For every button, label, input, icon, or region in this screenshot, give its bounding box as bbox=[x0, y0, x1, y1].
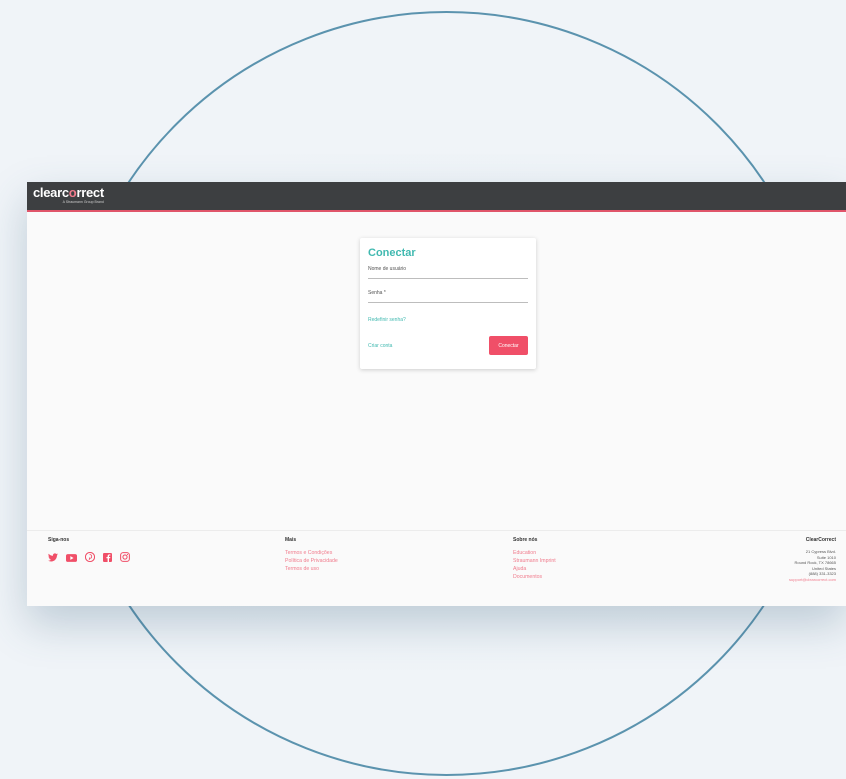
footer-social-column: Siga-nos bbox=[48, 537, 130, 567]
username-label: Nome de usuário bbox=[368, 266, 407, 272]
footer-social-heading: Siga-nos bbox=[48, 537, 70, 543]
footer-about-heading: Sobre nós bbox=[513, 537, 538, 543]
documents-link[interactable]: Documentos bbox=[513, 573, 556, 581]
login-actions: Criar conta Conectar bbox=[368, 336, 528, 355]
facebook-icon[interactable] bbox=[103, 549, 112, 567]
logo-tagline: A Straumann Group Brand bbox=[62, 200, 104, 204]
login-title: Conectar bbox=[368, 247, 416, 259]
connect-button[interactable]: Conectar bbox=[489, 336, 528, 355]
logo-prefix: clearc bbox=[33, 185, 69, 200]
logo-suffix: rrect bbox=[76, 185, 104, 200]
username-field[interactable]: Nome de usuário bbox=[368, 266, 528, 279]
footer-about-column: Sobre nós Education Straumann Imprint Aj… bbox=[513, 537, 556, 581]
footer: Siga-nos Mais Termos e Condições Polític… bbox=[27, 530, 846, 606]
footer-more-column: Mais Termos e Condições Política de Priv… bbox=[285, 537, 338, 573]
help-link[interactable]: Ajuda bbox=[513, 565, 556, 573]
app-screenshot: clearcorrect A Straumann Group Brand Con… bbox=[27, 182, 846, 606]
education-link[interactable]: Education bbox=[513, 549, 556, 557]
password-label: Senha * bbox=[368, 290, 386, 296]
footer-more-heading: Mais bbox=[285, 537, 297, 543]
create-account-link[interactable]: Criar conta bbox=[368, 343, 392, 349]
reset-password-link[interactable]: Redefinir senha? bbox=[368, 317, 528, 323]
privacy-policy-link[interactable]: Política de Privacidade bbox=[285, 557, 338, 565]
terms-conditions-link[interactable]: Termos e Condições bbox=[285, 549, 338, 557]
terms-of-use-link[interactable]: Termos de uso bbox=[285, 565, 338, 573]
password-field[interactable]: Senha * bbox=[368, 290, 528, 303]
support-email-link[interactable]: support@clearcorrect.com bbox=[789, 577, 836, 583]
instagram-icon[interactable] bbox=[120, 549, 130, 567]
twitter-icon[interactable] bbox=[48, 549, 58, 567]
top-navbar: clearcorrect A Straumann Group Brand bbox=[27, 182, 846, 212]
login-card: Conectar Nome de usuário Senha * Redefin… bbox=[360, 238, 536, 369]
footer-company-heading: ClearCorrect bbox=[805, 537, 836, 543]
logo-wordmark: clearcorrect bbox=[33, 186, 104, 199]
youtube-icon[interactable] bbox=[66, 549, 77, 567]
social-icons bbox=[48, 549, 130, 567]
footer-company-column: ClearCorrect 21 Cypress Blvd. Suite 1010… bbox=[789, 537, 836, 583]
clearcorrect-logo[interactable]: clearcorrect A Straumann Group Brand bbox=[33, 186, 104, 204]
address-line: Round Rock, TX 78665 bbox=[794, 560, 836, 566]
straumann-imprint-link[interactable]: Straumann Imprint bbox=[513, 557, 556, 565]
pinterest-icon[interactable] bbox=[84, 549, 96, 567]
